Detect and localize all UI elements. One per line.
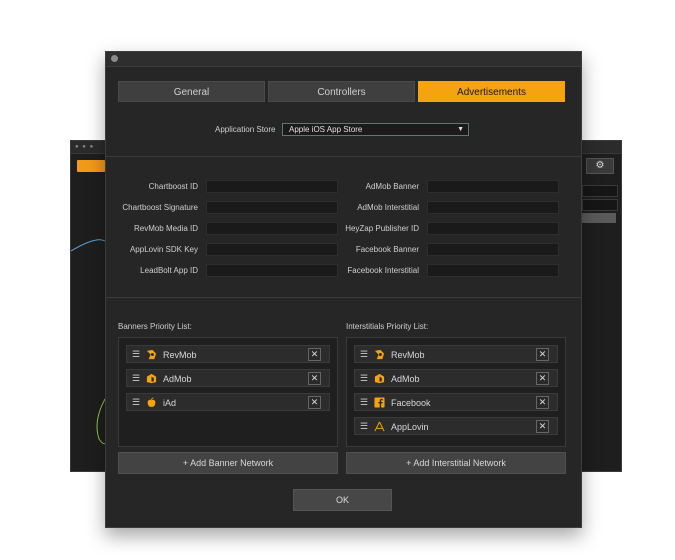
field-label-row: AdMob Interstitial (106, 201, 419, 214)
background-window-right: ⚙ (575, 140, 622, 472)
interstitials-priority-list: ☰ RevMob ✕ ☰ AdMob ✕ ☰ Facebook ✕ ☰ AppL… (346, 337, 566, 447)
admob-interstitial-input[interactable] (427, 201, 559, 214)
settings-dialog: General Controllers Advertisements Appli… (105, 51, 582, 528)
admob-icon (374, 373, 385, 384)
banners-list-title: Banners Priority List: (118, 322, 192, 331)
store-select-value: Apple iOS App Store (289, 125, 363, 134)
drag-handle-icon[interactable]: ☰ (132, 373, 140, 384)
applovin-icon (374, 421, 385, 432)
field-label: Facebook Banner (355, 245, 419, 254)
tab-general[interactable]: General (118, 81, 265, 102)
gear-icon: ⚙ (586, 158, 614, 174)
list-item-name: AppLovin (391, 422, 429, 432)
list-item-name: AdMob (163, 374, 192, 384)
admob-banner-input[interactable] (427, 180, 559, 193)
heyzap-publisher-id-input[interactable] (427, 222, 559, 235)
field-label: HeyZap Publisher ID (345, 224, 419, 233)
list-item-name: RevMob (163, 350, 197, 360)
field-label: AdMob Interstitial (357, 203, 419, 212)
drag-handle-icon[interactable]: ☰ (360, 397, 368, 408)
facebook-banner-input[interactable] (427, 243, 559, 256)
tab-bar: General Controllers Advertisements (118, 81, 565, 102)
remove-icon[interactable]: ✕ (308, 372, 321, 385)
network-tool-icon (77, 160, 105, 172)
add-interstitial-network-button[interactable]: + Add Interstitial Network (346, 452, 566, 474)
field-label-row: Facebook Banner (106, 243, 419, 256)
add-banner-network-button[interactable]: + Add Banner Network (118, 452, 338, 474)
store-label: Application Store (215, 125, 276, 134)
field-label: Facebook Interstitial (347, 266, 419, 275)
dialog-titlebar (106, 52, 581, 67)
background-titlebar (576, 141, 621, 154)
revmob-icon (146, 349, 157, 360)
field-label-row: AdMob Banner (106, 180, 419, 193)
window-controls-icon: ● ● ● (75, 144, 95, 150)
drag-handle-icon[interactable]: ☰ (132, 397, 140, 408)
remove-icon[interactable]: ✕ (308, 348, 321, 361)
list-item[interactable]: ☰ Facebook ✕ (354, 393, 558, 411)
background-selection (582, 213, 616, 223)
drag-handle-icon[interactable]: ☰ (132, 349, 140, 360)
background-field (582, 185, 618, 197)
list-item[interactable]: ☰ RevMob ✕ (126, 345, 330, 363)
remove-icon[interactable]: ✕ (536, 348, 549, 361)
list-item[interactable]: ☰ AdMob ✕ (354, 369, 558, 387)
list-item[interactable]: ☰ AppLovin ✕ (354, 417, 558, 435)
facebook-icon (374, 397, 385, 408)
list-item[interactable]: ☰ AdMob ✕ (126, 369, 330, 387)
section-divider (106, 156, 581, 157)
field-label-row: Facebook Interstitial (106, 264, 419, 277)
dropdown-arrow-icon: ▼ (457, 126, 464, 133)
facebook-interstitial-input[interactable] (427, 264, 559, 277)
drag-handle-icon[interactable]: ☰ (360, 373, 368, 384)
remove-icon[interactable]: ✕ (536, 420, 549, 433)
admob-icon (146, 373, 157, 384)
background-field (582, 199, 618, 211)
list-item-name: AdMob (391, 374, 420, 384)
list-item[interactable]: ☰ iAd ✕ (126, 393, 330, 411)
store-select[interactable]: Apple iOS App Store ▼ (282, 123, 469, 136)
store-row: Application Store Apple iOS App Store ▼ (106, 123, 581, 137)
remove-icon[interactable]: ✕ (536, 396, 549, 409)
list-item-name: RevMob (391, 350, 425, 360)
close-dot-icon[interactable] (111, 55, 118, 62)
list-item[interactable]: ☰ RevMob ✕ (354, 345, 558, 363)
section-divider (106, 297, 581, 298)
remove-icon[interactable]: ✕ (308, 396, 321, 409)
revmob-icon (374, 349, 385, 360)
drag-handle-icon[interactable]: ☰ (360, 349, 368, 360)
tab-controllers[interactable]: Controllers (268, 81, 415, 102)
banners-priority-list: ☰ RevMob ✕ ☰ AdMob ✕ ☰ iAd ✕ (118, 337, 338, 447)
remove-icon[interactable]: ✕ (536, 372, 549, 385)
ok-button[interactable]: OK (293, 489, 392, 511)
field-label-row: HeyZap Publisher ID (106, 222, 419, 235)
field-label: AdMob Banner (365, 182, 419, 191)
tab-advertisements[interactable]: Advertisements (418, 81, 565, 102)
drag-handle-icon[interactable]: ☰ (360, 421, 368, 432)
apple-icon (147, 397, 156, 407)
list-item-name: Facebook (391, 398, 431, 408)
list-item-name: iAd (163, 398, 177, 408)
interstitials-list-title: Interstitials Priority List: (346, 322, 429, 331)
